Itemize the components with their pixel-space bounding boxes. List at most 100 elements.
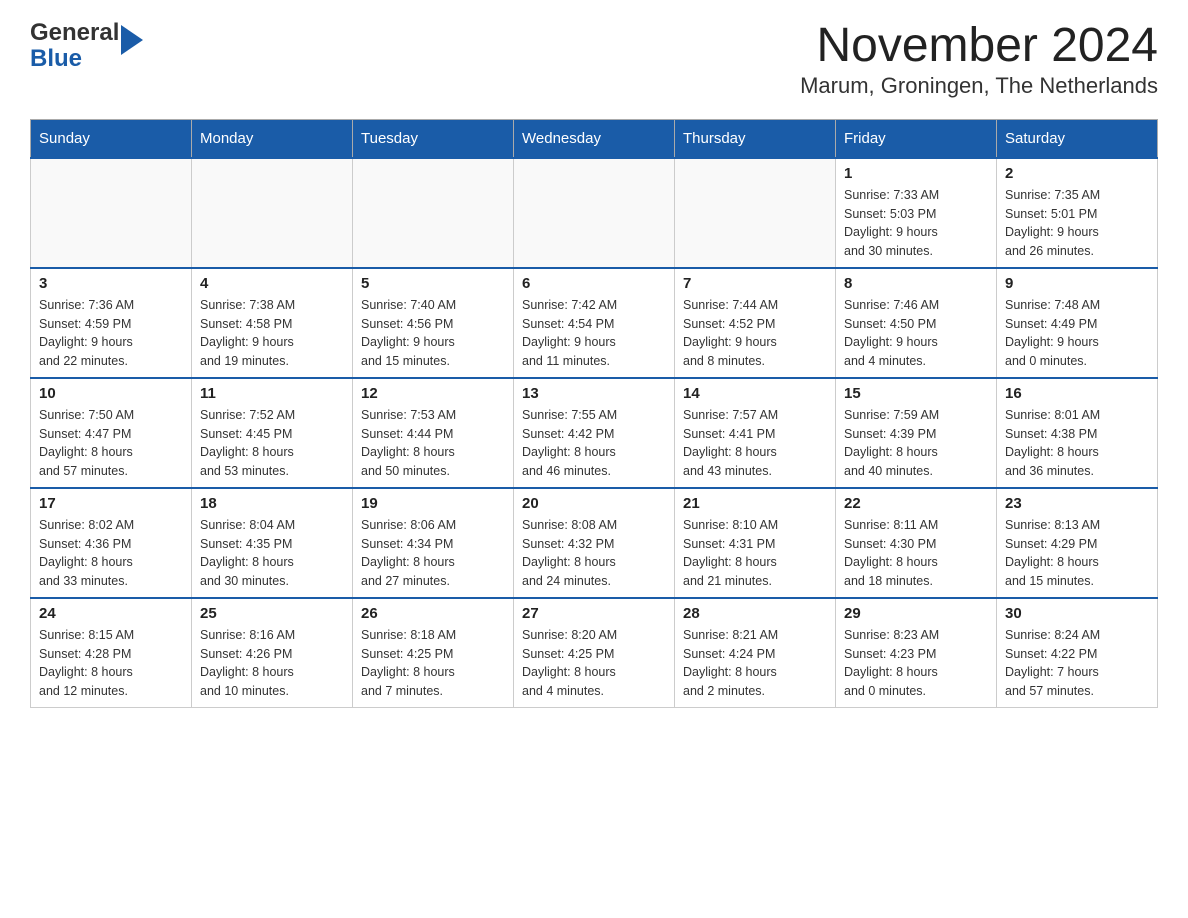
calendar-cell: 3 Sunrise: 7:36 AM Sunset: 4:59 PM Daylig… (31, 268, 192, 378)
day-info: Sunrise: 7:53 AM Sunset: 4:44 PM Dayligh… (361, 406, 505, 481)
day-info: Sunrise: 8:24 AM Sunset: 4:22 PM Dayligh… (1005, 626, 1149, 701)
days-of-week-row: SundayMondayTuesdayWednesdayThursdayFrid… (31, 119, 1158, 158)
calendar-cell: 18 Sunrise: 8:04 AM Sunset: 4:35 PM Dayli… (192, 488, 353, 598)
day-info: Sunrise: 8:13 AM Sunset: 4:29 PM Dayligh… (1005, 516, 1149, 591)
day-info: Sunrise: 8:02 AM Sunset: 4:36 PM Dayligh… (39, 516, 183, 591)
calendar-cell: 21 Sunrise: 8:10 AM Sunset: 4:31 PM Dayli… (675, 488, 836, 598)
day-number: 24 (39, 605, 183, 622)
day-info: Sunrise: 7:40 AM Sunset: 4:56 PM Dayligh… (361, 296, 505, 371)
day-info: Sunrise: 8:06 AM Sunset: 4:34 PM Dayligh… (361, 516, 505, 591)
day-info: Sunrise: 8:16 AM Sunset: 4:26 PM Dayligh… (200, 626, 344, 701)
logo: General Blue (30, 20, 143, 73)
calendar-body: 1 Sunrise: 7:33 AM Sunset: 5:03 PM Daylig… (31, 158, 1158, 708)
day-info: Sunrise: 7:36 AM Sunset: 4:59 PM Dayligh… (39, 296, 183, 371)
day-info: Sunrise: 7:44 AM Sunset: 4:52 PM Dayligh… (683, 296, 827, 371)
day-info: Sunrise: 7:50 AM Sunset: 4:47 PM Dayligh… (39, 406, 183, 481)
calendar-cell: 11 Sunrise: 7:52 AM Sunset: 4:45 PM Dayli… (192, 378, 353, 488)
month-title: November 2024 (800, 20, 1158, 73)
day-number: 29 (844, 605, 988, 622)
calendar-table: SundayMondayTuesdayWednesdayThursdayFrid… (30, 119, 1158, 709)
day-number: 4 (200, 275, 344, 292)
calendar-cell: 15 Sunrise: 7:59 AM Sunset: 4:39 PM Dayli… (836, 378, 997, 488)
day-number: 15 (844, 385, 988, 402)
day-number: 16 (1005, 385, 1149, 402)
calendar-cell: 14Sunrise: 7:57 AM Sunset: 4:41 PM Dayli… (675, 378, 836, 488)
calendar-cell: 19 Sunrise: 8:06 AM Sunset: 4:34 PM Dayli… (353, 488, 514, 598)
page-header: General Blue November 2024 Marum, Gronin… (30, 20, 1158, 99)
week-row-5: 24Sunrise: 8:15 AM Sunset: 4:28 PM Dayli… (31, 598, 1158, 708)
day-number: 9 (1005, 275, 1149, 292)
calendar-cell (192, 158, 353, 268)
calendar-cell: 6 Sunrise: 7:42 AM Sunset: 4:54 PM Daylig… (514, 268, 675, 378)
day-info: Sunrise: 7:59 AM Sunset: 4:39 PM Dayligh… (844, 406, 988, 481)
calendar-cell: 4Sunrise: 7:38 AM Sunset: 4:58 PM Daylig… (192, 268, 353, 378)
day-info: Sunrise: 8:01 AM Sunset: 4:38 PM Dayligh… (1005, 406, 1149, 481)
day-number: 22 (844, 495, 988, 512)
calendar-cell: 7Sunrise: 7:44 AM Sunset: 4:52 PM Daylig… (675, 268, 836, 378)
day-number: 21 (683, 495, 827, 512)
day-info: Sunrise: 8:18 AM Sunset: 4:25 PM Dayligh… (361, 626, 505, 701)
day-number: 19 (361, 495, 505, 512)
calendar-cell: 30 Sunrise: 8:24 AM Sunset: 4:22 PM Dayli… (997, 598, 1158, 708)
day-number: 2 (1005, 165, 1149, 182)
day-header-wednesday: Wednesday (514, 119, 675, 158)
day-number: 27 (522, 605, 666, 622)
day-info: Sunrise: 7:35 AM Sunset: 5:01 PM Dayligh… (1005, 186, 1149, 261)
day-number: 26 (361, 605, 505, 622)
day-number: 14 (683, 385, 827, 402)
logo-blue: Blue (30, 46, 119, 72)
calendar-cell (675, 158, 836, 268)
day-number: 10 (39, 385, 183, 402)
day-info: Sunrise: 8:10 AM Sunset: 4:31 PM Dayligh… (683, 516, 827, 591)
calendar-cell: 2 Sunrise: 7:35 AM Sunset: 5:01 PM Daylig… (997, 158, 1158, 268)
day-number: 6 (522, 275, 666, 292)
day-info: Sunrise: 7:55 AM Sunset: 4:42 PM Dayligh… (522, 406, 666, 481)
day-info: Sunrise: 8:04 AM Sunset: 4:35 PM Dayligh… (200, 516, 344, 591)
day-number: 18 (200, 495, 344, 512)
calendar-cell: 26 Sunrise: 8:18 AM Sunset: 4:25 PM Dayli… (353, 598, 514, 708)
day-header-saturday: Saturday (997, 119, 1158, 158)
day-header-thursday: Thursday (675, 119, 836, 158)
calendar-cell: 1 Sunrise: 7:33 AM Sunset: 5:03 PM Daylig… (836, 158, 997, 268)
location-title: Marum, Groningen, The Netherlands (800, 73, 1158, 99)
day-number: 12 (361, 385, 505, 402)
day-number: 11 (200, 385, 344, 402)
day-number: 3 (39, 275, 183, 292)
day-info: Sunrise: 8:08 AM Sunset: 4:32 PM Dayligh… (522, 516, 666, 591)
calendar-cell: 24Sunrise: 8:15 AM Sunset: 4:28 PM Dayli… (31, 598, 192, 708)
calendar-cell (31, 158, 192, 268)
day-number: 20 (522, 495, 666, 512)
calendar-cell: 9Sunrise: 7:48 AM Sunset: 4:49 PM Daylig… (997, 268, 1158, 378)
day-number: 8 (844, 275, 988, 292)
calendar-cell: 29 Sunrise: 8:23 AM Sunset: 4:23 PM Dayli… (836, 598, 997, 708)
calendar-cell: 12 Sunrise: 7:53 AM Sunset: 4:44 PM Dayli… (353, 378, 514, 488)
day-number: 1 (844, 165, 988, 182)
day-info: Sunrise: 7:33 AM Sunset: 5:03 PM Dayligh… (844, 186, 988, 261)
day-info: Sunrise: 8:23 AM Sunset: 4:23 PM Dayligh… (844, 626, 988, 701)
calendar-cell: 22 Sunrise: 8:11 AM Sunset: 4:30 PM Dayli… (836, 488, 997, 598)
day-header-sunday: Sunday (31, 119, 192, 158)
day-header-friday: Friday (836, 119, 997, 158)
day-info: Sunrise: 7:46 AM Sunset: 4:50 PM Dayligh… (844, 296, 988, 371)
calendar-cell: 13Sunrise: 7:55 AM Sunset: 4:42 PM Dayli… (514, 378, 675, 488)
day-header-tuesday: Tuesday (353, 119, 514, 158)
calendar-cell: 10 Sunrise: 7:50 AM Sunset: 4:47 PM Dayli… (31, 378, 192, 488)
calendar-cell (514, 158, 675, 268)
calendar-cell: 5Sunrise: 7:40 AM Sunset: 4:56 PM Daylig… (353, 268, 514, 378)
calendar-header: SundayMondayTuesdayWednesdayThursdayFrid… (31, 119, 1158, 158)
calendar-cell: 28Sunrise: 8:21 AM Sunset: 4:24 PM Dayli… (675, 598, 836, 708)
logo-general: General (30, 20, 119, 46)
title-section: November 2024 Marum, Groningen, The Neth… (800, 20, 1158, 99)
week-row-4: 17Sunrise: 8:02 AM Sunset: 4:36 PM Dayli… (31, 488, 1158, 598)
day-info: Sunrise: 8:20 AM Sunset: 4:25 PM Dayligh… (522, 626, 666, 701)
calendar-cell: 20 Sunrise: 8:08 AM Sunset: 4:32 PM Dayli… (514, 488, 675, 598)
day-info: Sunrise: 7:52 AM Sunset: 4:45 PM Dayligh… (200, 406, 344, 481)
week-row-2: 3 Sunrise: 7:36 AM Sunset: 4:59 PM Daylig… (31, 268, 1158, 378)
day-number: 25 (200, 605, 344, 622)
day-info: Sunrise: 8:11 AM Sunset: 4:30 PM Dayligh… (844, 516, 988, 591)
day-info: Sunrise: 7:42 AM Sunset: 4:54 PM Dayligh… (522, 296, 666, 371)
calendar-cell: 25 Sunrise: 8:16 AM Sunset: 4:26 PM Dayli… (192, 598, 353, 708)
day-number: 30 (1005, 605, 1149, 622)
calendar-cell: 8 Sunrise: 7:46 AM Sunset: 4:50 PM Daylig… (836, 268, 997, 378)
day-number: 28 (683, 605, 827, 622)
